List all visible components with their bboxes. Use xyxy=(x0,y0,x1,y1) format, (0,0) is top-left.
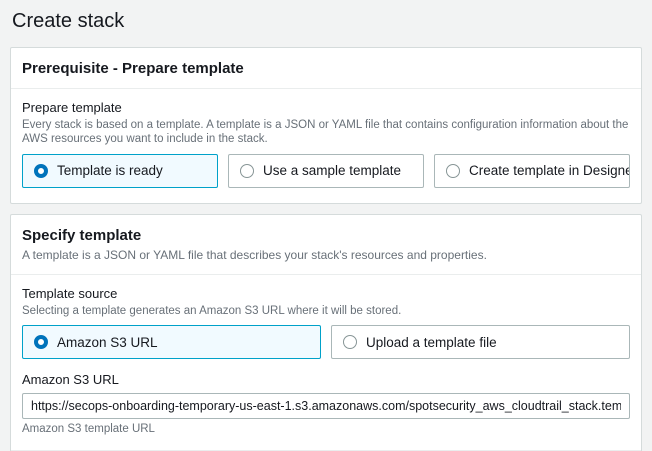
radio-unchecked-icon[interactable] xyxy=(446,164,460,178)
specify-template-panel-description: A template is a JSON or YAML file that d… xyxy=(22,248,630,263)
amazon-s3-url-helper: Amazon S3 template URL xyxy=(22,423,630,435)
template-source-description: Selecting a template generates an Amazon… xyxy=(22,304,630,318)
specify-template-panel-title: Specify template xyxy=(22,227,630,244)
option-label: Use a sample template xyxy=(263,163,401,178)
specify-template-panel: Specify template A template is a JSON or… xyxy=(10,214,642,451)
radio-unchecked-icon[interactable] xyxy=(343,335,357,349)
option-template-is-ready[interactable]: Template is ready xyxy=(22,154,218,188)
radio-unchecked-icon[interactable] xyxy=(240,164,254,178)
amazon-s3-url-label: Amazon S3 URL xyxy=(22,372,630,387)
specify-template-panel-header: Specify template A template is a JSON or… xyxy=(11,215,641,275)
option-upload-template-file[interactable]: Upload a template file xyxy=(331,325,630,359)
prepare-template-description: Every stack is based on a template. A te… xyxy=(22,118,630,147)
page-title: Create stack xyxy=(12,10,642,33)
prerequisite-panel-body: Prepare template Every stack is based on… xyxy=(11,89,641,203)
option-label: Amazon S3 URL xyxy=(57,335,158,350)
option-amazon-s3-url[interactable]: Amazon S3 URL xyxy=(22,325,321,359)
option-create-template-in-designer[interactable]: Create template in Designer xyxy=(434,154,630,188)
amazon-s3-url-input[interactable] xyxy=(22,393,630,419)
specify-template-panel-body: Template source Selecting a template gen… xyxy=(11,275,641,450)
radio-checked-icon[interactable] xyxy=(34,335,48,349)
option-label: Create template in Designer xyxy=(469,163,630,178)
template-source-options: Amazon S3 URL Upload a template file xyxy=(22,325,630,359)
option-use-sample-template[interactable]: Use a sample template xyxy=(228,154,424,188)
option-label: Template is ready xyxy=(57,163,163,178)
prerequisite-panel-header: Prerequisite - Prepare template xyxy=(11,48,641,89)
prepare-template-label: Prepare template xyxy=(22,100,630,115)
template-source-label: Template source xyxy=(22,286,630,301)
prerequisite-panel-title: Prerequisite - Prepare template xyxy=(22,60,630,77)
option-label: Upload a template file xyxy=(366,335,497,350)
create-stack-page: Create stack Prerequisite - Prepare temp… xyxy=(0,0,652,451)
prepare-template-options: Template is ready Use a sample template … xyxy=(22,154,630,188)
radio-checked-icon[interactable] xyxy=(34,164,48,178)
prerequisite-panel: Prerequisite - Prepare template Prepare … xyxy=(10,47,642,204)
